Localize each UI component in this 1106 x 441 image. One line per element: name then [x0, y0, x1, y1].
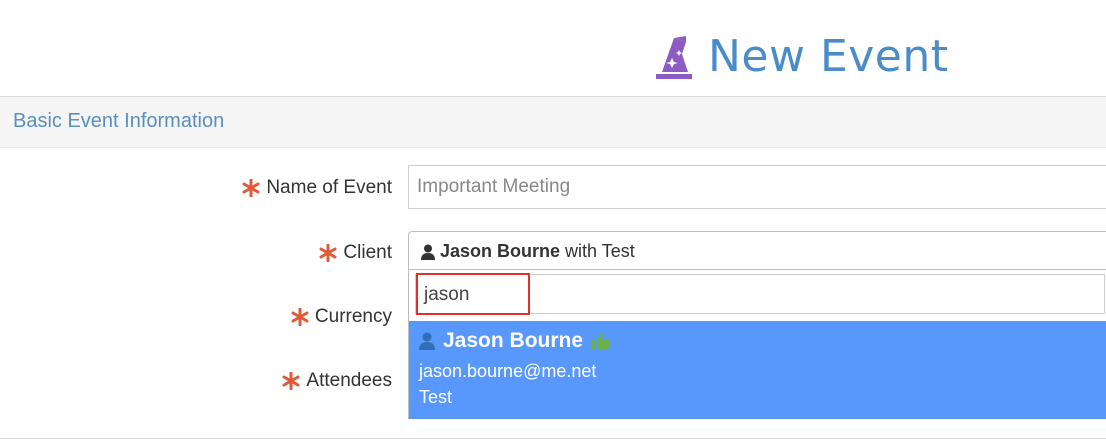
client-select[interactable]: Jason Bourne with Test	[408, 231, 1106, 271]
section-header: Basic Event Information	[0, 96, 1106, 148]
required-asterisk-icon	[291, 308, 309, 326]
attendees-label: Attendees	[282, 370, 392, 392]
client-dropdown: jason Jason Bourne jason.bourne@me.net T…	[408, 269, 1106, 419]
name-of-event-label-text: Name of Event	[266, 177, 392, 198]
page-header: New Event	[0, 0, 1106, 96]
section-title: Basic Event Information	[13, 110, 225, 132]
client-label: Client	[319, 242, 392, 264]
user-icon	[421, 244, 435, 260]
client-label-text: Client	[343, 242, 392, 263]
user-icon	[419, 332, 435, 350]
currency-label: Currency	[291, 306, 392, 328]
option-company: Test	[419, 387, 453, 407]
thumbs-up-icon	[591, 332, 611, 350]
name-of-event-input[interactable]: Important Meeting	[408, 165, 1106, 209]
name-of-event-placeholder: Important Meeting	[417, 176, 571, 197]
search-highlight-box	[416, 273, 530, 315]
required-asterisk-icon	[242, 179, 260, 197]
option-name-row: Jason Bourne	[419, 329, 611, 353]
client-selected-name: Jason Bourne	[440, 241, 561, 261]
attendees-label-text: Attendees	[306, 370, 392, 391]
currency-label-text: Currency	[314, 306, 392, 327]
client-selected-suffix: with Test	[565, 241, 635, 261]
client-option-jason-bourne[interactable]: Jason Bourne jason.bourne@me.net Test	[409, 321, 1106, 419]
page-title: New Event	[708, 30, 949, 82]
option-name: Jason Bourne	[443, 329, 584, 352]
option-email: jason.bourne@me.net	[419, 361, 597, 381]
name-of-event-label: Name of Event	[242, 177, 392, 199]
required-asterisk-icon	[282, 372, 300, 390]
client-selected-value: Jason Bourne with Test	[421, 241, 635, 262]
wizard-icon	[656, 36, 692, 79]
bottom-divider	[0, 438, 1106, 439]
required-asterisk-icon	[319, 244, 337, 262]
client-search-input[interactable]: jason	[415, 273, 1105, 315]
title-group: New Event	[652, 28, 949, 84]
